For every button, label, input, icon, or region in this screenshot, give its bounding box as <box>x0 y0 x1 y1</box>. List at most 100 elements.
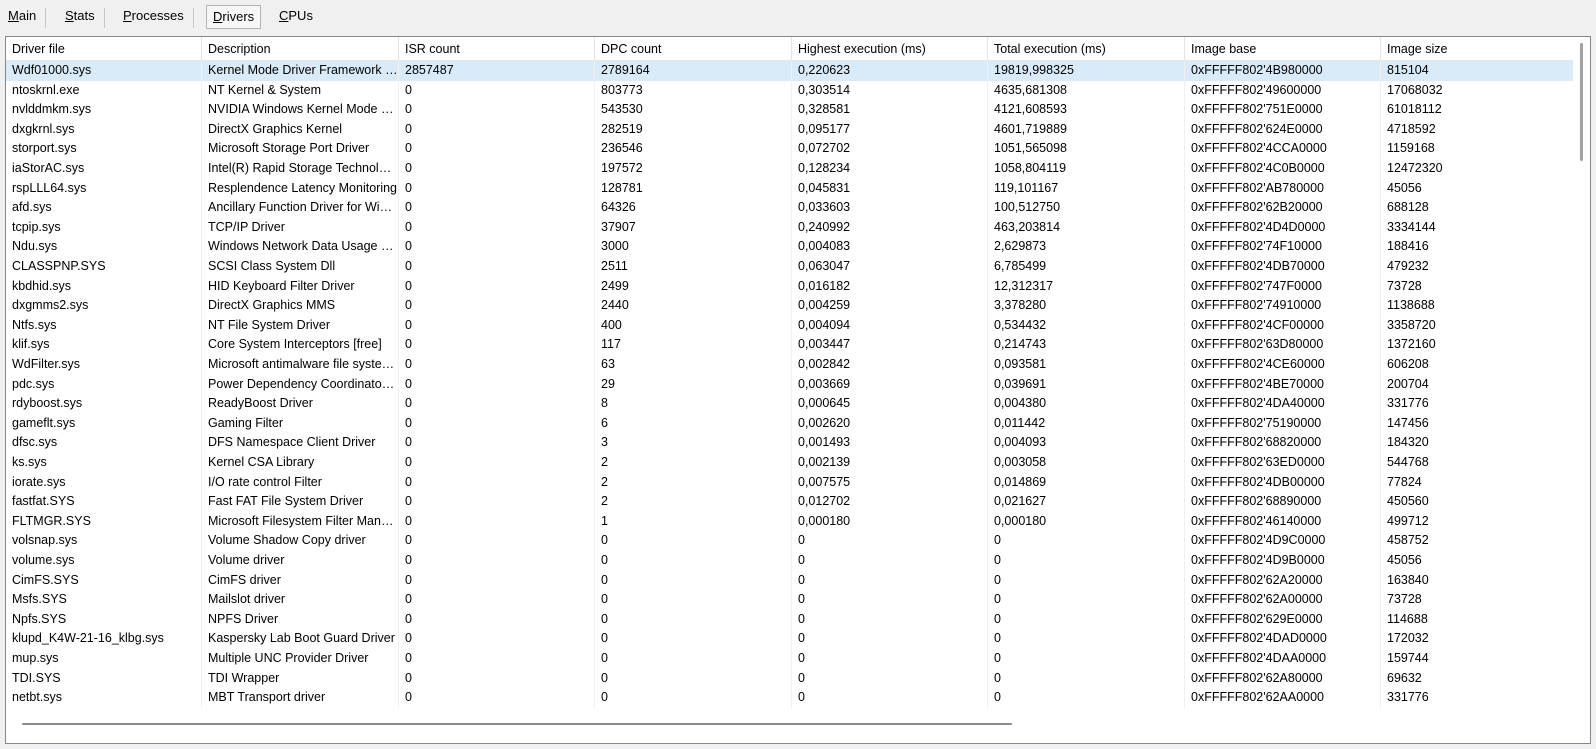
table-row[interactable]: Ndu.sysWindows Network Data Usage Monito… <box>6 237 1574 257</box>
column-header-dpc-count[interactable]: DPC count <box>595 37 792 61</box>
highest-execution-cell: 0,303514 <box>792 80 988 101</box>
description-cell: SCSI Class System Dll <box>202 257 399 277</box>
description-cell: ReadyBoost Driver <box>202 394 399 414</box>
table-row[interactable]: klif.sys Core System Interceptors [free] 0… <box>6 335 1574 355</box>
table-row[interactable]: dxgmms2.sys DirectX Graphics MMS 0 2440 0,00… <box>6 296 1574 316</box>
driver-file-cell: TDI.SYS <box>6 668 202 689</box>
table-row[interactable]: kbdhid.sys HID Keyboard Filter Driver 0 249… <box>6 276 1574 297</box>
image-base-cell: 0xFFFFF802'4CF00000 <box>1185 315 1381 336</box>
tab-processes[interactable]: Processes <box>117 4 194 30</box>
total-execution-cell: 0 <box>988 531 1185 551</box>
isr-count-cell: 0 <box>399 217 595 238</box>
dpc-count-cell: 3 <box>595 433 792 453</box>
driver-file-cell: dxgkrnl.sys <box>6 119 202 140</box>
column-header-highest-execution[interactable]: Highest execution (ms) <box>792 37 988 61</box>
column-header-description[interactable]: Description <box>202 37 399 61</box>
table-row[interactable]: pdc.sysPower Dependency Coordinator Driv… <box>6 374 1574 395</box>
description-cell: HID Keyboard Filter Driver <box>202 276 399 297</box>
tab-bar: Main Stats Processes Drivers CPUs <box>0 0 1596 34</box>
table-row[interactable]: mup.sys Multiple UNC Provider Driver 0 0 0 0 0… <box>6 649 1574 669</box>
table-row[interactable]: iaStorAC.sys Intel(R) Rapid Storage Techn… <box>6 159 1574 179</box>
table-row[interactable]: klupd_K4W-21-16_klbg.sys Kaspersky Lab Bo… <box>6 629 1574 649</box>
image-base-cell: 0xFFFFF802'4B980000 <box>1185 61 1381 81</box>
table-row[interactable]: afd.sys Ancillary Function Driver for Win… <box>6 198 1574 218</box>
table-row[interactable]: TDI.SYS TDI Wrapper 0 0 0 0 0xFFFFF802'62A8000… <box>6 668 1574 689</box>
highest-execution-cell: 0 <box>792 688 988 708</box>
vertical-scrollbar-thumb[interactable] <box>1580 43 1583 161</box>
table-row[interactable]: ntoskrnl.exe NT Kernel & System 0 803773 0,3… <box>6 80 1574 101</box>
table-row[interactable]: storport.sys Microsoft Storage Port Drive… <box>6 139 1574 159</box>
highest-execution-cell: 0,033603 <box>792 198 988 218</box>
table-row[interactable]: Msfs.SYS Mailslot driver 0 0 0 0 0xFFFFF802'62… <box>6 590 1574 610</box>
dpc-count-cell: 0 <box>595 551 792 571</box>
description-cell: Windows Network Data Usage Monitoring Dr… <box>202 237 399 257</box>
highest-execution-cell: 0 <box>792 570 988 591</box>
table-row[interactable]: WdFilter.sys Microsoft antimalware file s… <box>6 355 1574 375</box>
column-header-driver-file[interactable]: Driver file <box>6 37 202 61</box>
table-row[interactable]: Npfs.SYS NPFS Driver 0 0 0 0 0xFFFFF802'629E00… <box>6 609 1574 630</box>
table-row[interactable]: Ntfs.sys NT File System Driver 0 400 0,00409… <box>6 315 1574 336</box>
table-row[interactable]: dfsc.sys DFS Namespace Client Driver 0 3 0,0… <box>6 433 1574 453</box>
total-execution-cell: 12,312317 <box>988 276 1185 297</box>
isr-count-cell: 0 <box>399 335 595 355</box>
isr-count-cell: 0 <box>399 629 595 649</box>
dpc-count-cell: 0 <box>595 649 792 669</box>
horizontal-scrollbar-thumb[interactable] <box>22 723 1012 725</box>
tab-drivers[interactable]: Drivers <box>206 5 262 29</box>
column-header-total-execution[interactable]: Total execution (ms) <box>988 37 1185 61</box>
image-base-cell: 0xFFFFF802'63ED0000 <box>1185 453 1381 473</box>
dpc-count-cell: 0 <box>595 668 792 689</box>
image-size-cell: 331776 <box>1387 396 1429 411</box>
dpc-count-cell: 64326 <box>595 198 792 218</box>
table-row[interactable]: ks.sys Kernel CSA Library 0 2 0,002139 0,0030… <box>6 453 1574 473</box>
description-cell: Fast FAT File System Driver <box>202 492 399 512</box>
total-execution-cell: 0,004380 <box>988 394 1185 414</box>
image-size-cell: 3334144 <box>1387 219 1436 234</box>
highest-execution-cell: 0,072702 <box>792 139 988 159</box>
table-row[interactable]: rdyboost.sys ReadyBoost Driver 0 8 0,000645 0… <box>6 394 1574 414</box>
table-row[interactable]: gameflt.sys Gaming Filter 0 6 0,002620 0,0114… <box>6 413 1574 434</box>
table-row[interactable]: nvlddmkm.sys NVIDIA Windows Kernel Mode D… <box>6 100 1574 120</box>
table-row[interactable]: fastfat.SYS Fast FAT File System Driver 0 2… <box>6 492 1574 512</box>
image-size-cell: 606208 <box>1387 357 1429 371</box>
driver-file-cell: tcpip.sys <box>6 217 202 238</box>
dpc-count-cell: 2 <box>595 472 792 493</box>
highest-execution-cell: 0 <box>792 551 988 571</box>
driver-file-cell: nvlddmkm.sys <box>6 100 202 120</box>
horizontal-scrollbar[interactable] <box>6 711 1590 743</box>
table-row[interactable]: CLASSPNP.SYS SCSI Class System Dll 0 2511 0,… <box>6 257 1574 277</box>
image-base-cell: 0xFFFFF802'68890000 <box>1185 492 1381 512</box>
isr-count-cell: 0 <box>399 276 595 297</box>
table-row[interactable]: Wdf01000.sys Kernel Mode Driver Framework… <box>6 61 1574 81</box>
total-execution-cell: 1051,565098 <box>988 139 1185 159</box>
table-row[interactable]: volsnap.sys Volume Shadow Copy driver 0 0 0 0… <box>6 531 1574 551</box>
total-execution-cell: 0 <box>988 609 1185 630</box>
image-base-cell: 0xFFFFF802'75190000 <box>1185 413 1381 434</box>
isr-count-cell: 0 <box>399 394 595 414</box>
drivers-list-view[interactable]: Driver file Description ISR count DPC co… <box>5 36 1591 744</box>
tab-stats[interactable]: Stats <box>59 4 105 30</box>
table-row[interactable]: iorate.sys I/O rate control Filter 0 2 0,007… <box>6 472 1574 493</box>
table-row[interactable]: netbt.sys MBT Transport driver 0 0 0 0 0xFFFFF… <box>6 688 1574 708</box>
column-header-isr-count[interactable]: ISR count <box>399 37 595 61</box>
driver-file-cell: fastfat.SYS <box>6 492 202 512</box>
description-cell: Mailslot driver <box>202 590 399 610</box>
tab-main[interactable]: Main <box>2 4 47 30</box>
tab-cpus[interactable]: CPUs <box>273 4 319 30</box>
column-header-image-size[interactable]: Image size <box>1381 37 1574 61</box>
image-size-cell: 17068032 <box>1387 82 1443 97</box>
table-row[interactable]: rspLLL64.sys Resplendence Latency Monitor… <box>6 178 1574 199</box>
table-row[interactable]: FLTMGR.SYS Microsoft Filesystem Filter Ma… <box>6 511 1574 532</box>
table-row[interactable]: CimFS.SYS CimFS driver 0 0 0 0 0xFFFFF802'62A2… <box>6 570 1574 591</box>
column-header-image-base[interactable]: Image base <box>1185 37 1381 61</box>
table-row[interactable]: dxgkrnl.sys DirectX Graphics Kernel 0 28251… <box>6 119 1574 140</box>
table-row[interactable]: volume.sys Volume driver 0 0 0 0 0xFFFFF802'4D… <box>6 551 1574 571</box>
total-execution-cell: 4121,608593 <box>988 100 1185 120</box>
total-execution-cell: 0 <box>988 649 1185 669</box>
isr-count-cell: 0 <box>399 453 595 473</box>
vertical-scrollbar[interactable] <box>1573 37 1590 711</box>
driver-file-cell: ntoskrnl.exe <box>6 80 202 101</box>
tab-main-label: Main <box>8 8 37 23</box>
highest-execution-cell: 0,045831 <box>792 178 988 199</box>
table-row[interactable]: tcpip.sys TCP/IP Driver 0 37907 0,240992 463,… <box>6 217 1574 238</box>
